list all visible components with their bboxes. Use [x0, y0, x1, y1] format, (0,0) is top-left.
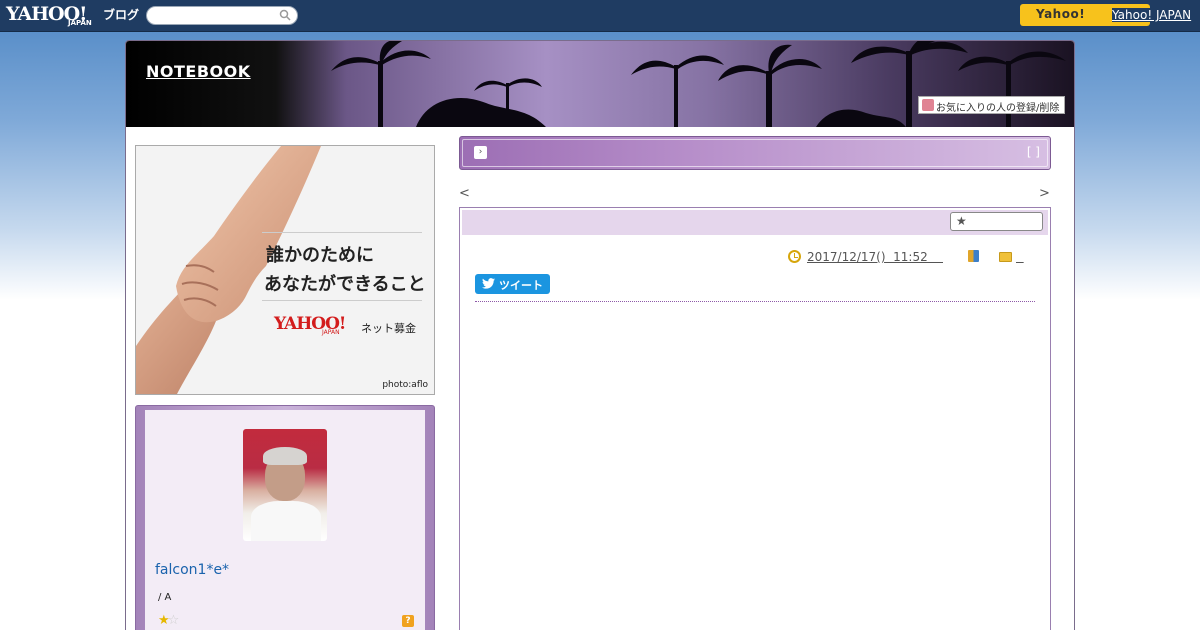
divider — [262, 300, 422, 301]
article: ★ 2017/12/17() 11:52 ツイート — [459, 207, 1051, 630]
yahoo-blog-logo[interactable]: YAHOO! JAPAN ブログ — [6, 3, 142, 27]
favorite-star-button[interactable]: ★ — [950, 212, 1043, 231]
divider — [262, 232, 422, 233]
clock-icon — [788, 250, 801, 263]
chevron-right-icon[interactable]: › — [474, 146, 487, 159]
palm-trees-banner — [331, 41, 1066, 127]
profile-box: falcon1*e* / A ★☆ ? — [135, 405, 435, 630]
prev-article-link[interactable]: < — [459, 186, 470, 201]
favorite-register-label: お気に入りの人の登録/削除 — [936, 103, 1060, 114]
ad-headline-2: あなたができること — [264, 274, 426, 295]
logo-blog: ブログ — [103, 8, 140, 22]
tweet-label: ツイート — [499, 279, 543, 292]
category-bar: › [ ] — [459, 136, 1051, 170]
twitter-icon — [482, 278, 495, 289]
logo-sub: JAPAN — [68, 19, 92, 27]
category-brackets: [ ] — [1026, 145, 1040, 159]
blog-title[interactable]: NOTEBOOK — [146, 62, 251, 81]
blog-header: NOTEBOOK お気に入りの人の登録/削除 — [126, 41, 1074, 127]
article-title-bar: ★ — [462, 210, 1048, 235]
heart-icon — [922, 99, 934, 111]
favorite-register-button[interactable]: お気に入りの人の登録/削除 — [918, 96, 1065, 114]
ad-photo-credit: photo:aflo — [382, 380, 428, 390]
search-icon[interactable] — [279, 9, 291, 21]
help-icon[interactable]: ? — [402, 615, 414, 627]
profile-username[interactable]: falcon1*e* — [155, 562, 229, 578]
article-date[interactable]: 2017/12/17() 11:52 — [807, 250, 943, 264]
divider — [475, 301, 1035, 302]
profile-inner: falcon1*e* / A ★☆ ? — [145, 410, 425, 630]
avatar[interactable] — [243, 429, 327, 541]
ad-brand-sub: JAPAN — [322, 329, 340, 336]
folder-icon — [999, 252, 1012, 262]
article-meta: 2017/12/17() 11:52 — [788, 250, 1038, 266]
star-rating: ★☆ — [158, 613, 180, 628]
yahoo-japan-link[interactable]: Yahoo! JAPAN — [1112, 8, 1192, 22]
charity-ad-banner[interactable]: 誰かのために あなたができること YAHOO! JAPAN ネット募金 phot… — [135, 145, 435, 395]
search-input[interactable] — [146, 6, 298, 25]
star-icon: ★ — [956, 214, 967, 228]
ad-service-name: ネット募金 — [361, 322, 416, 335]
book-icon[interactable] — [968, 250, 979, 262]
folder-link[interactable] — [1016, 250, 1024, 264]
next-article-link[interactable]: > — [1039, 186, 1050, 201]
top-bar: YAHOO! JAPAN ブログ Yahoo! Yahoo! JAPAN — [0, 0, 1200, 32]
ad-headline-1: 誰かのために — [266, 245, 374, 266]
star-on-icon: ★ — [158, 613, 170, 628]
star-off-icon: ☆ — [167, 613, 180, 628]
blog-container: NOTEBOOK お気に入りの人の登録/削除 誰かのために あなたができること … — [125, 40, 1075, 630]
tweet-button[interactable]: ツイート — [475, 274, 550, 294]
profile-info: / A — [158, 592, 172, 603]
